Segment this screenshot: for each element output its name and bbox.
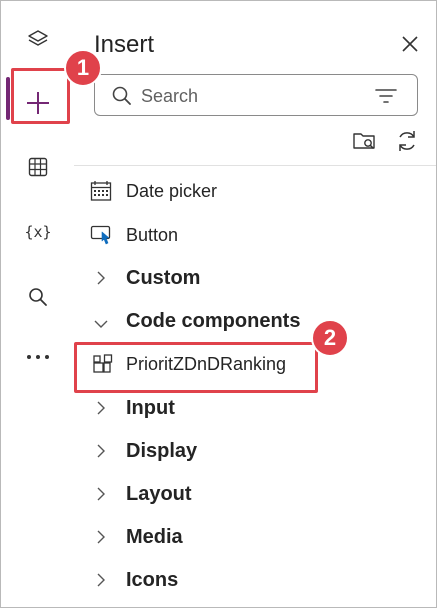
search-placeholder: Search xyxy=(141,86,199,106)
import-component-button[interactable] xyxy=(352,129,378,158)
category-display[interactable]: Display xyxy=(74,431,436,471)
refresh-button[interactable] xyxy=(396,128,418,159)
search-icon xyxy=(27,286,49,308)
category-media[interactable]: Media xyxy=(74,517,436,557)
variables-icon: {x} xyxy=(24,221,52,243)
category-label: Media xyxy=(126,525,183,548)
more-button[interactable] xyxy=(9,331,67,383)
search-icon xyxy=(111,85,133,112)
chevron-right-icon xyxy=(96,401,106,420)
chevron-right-icon xyxy=(96,487,106,506)
chevron-down-icon xyxy=(94,316,108,334)
step-badge-1: 1 xyxy=(64,49,102,87)
category-layout[interactable]: Layout xyxy=(74,474,436,514)
callout-highlight-1 xyxy=(11,68,70,124)
callout-highlight-2 xyxy=(74,342,318,393)
variables-button[interactable]: {x} xyxy=(9,206,67,258)
chevron-right-icon xyxy=(96,271,106,290)
filter-icon[interactable] xyxy=(375,88,397,109)
category-label: Icons xyxy=(126,568,179,591)
chevron-right-icon xyxy=(96,530,106,549)
category-input[interactable]: Input xyxy=(74,388,436,428)
list-item-label: Date picker xyxy=(126,180,218,201)
close-icon xyxy=(399,36,421,59)
step-badge-2: 2 xyxy=(311,319,349,357)
list-item-date-picker[interactable]: Date picker xyxy=(74,171,436,211)
folder-search-icon xyxy=(352,133,378,157)
category-code-components[interactable]: Code components xyxy=(74,301,436,341)
search-box[interactable]: Search xyxy=(94,74,418,116)
chevron-right-icon xyxy=(96,444,106,463)
panel-title: Insert xyxy=(94,31,155,58)
category-custom[interactable]: Custom xyxy=(74,258,436,298)
list-item-label: Button xyxy=(126,224,179,245)
close-button[interactable] xyxy=(399,33,421,55)
divider xyxy=(74,165,436,166)
category-label: Input xyxy=(126,396,175,419)
list-item-button[interactable]: Button xyxy=(74,215,436,255)
search-rail-button[interactable] xyxy=(9,271,67,323)
layers-icon xyxy=(27,28,49,50)
tree-view-button[interactable] xyxy=(9,13,67,65)
category-label: Code components xyxy=(126,309,301,332)
insert-panel: Insert Search Date picker Button Custom … xyxy=(74,1,436,607)
category-label: Custom xyxy=(126,266,201,289)
more-icon xyxy=(26,353,50,361)
button-cursor-icon xyxy=(90,224,112,246)
category-label: Layout xyxy=(126,482,192,505)
chevron-right-icon xyxy=(96,573,106,592)
svg-text:{x}: {x} xyxy=(24,223,51,241)
calendar-icon xyxy=(90,180,112,202)
table-icon xyxy=(27,156,49,178)
category-icons[interactable]: Icons xyxy=(74,560,436,600)
category-label: Display xyxy=(126,439,198,462)
refresh-icon xyxy=(396,131,418,158)
insert-pane-frame: {x} Insert Search Date picker Button Cus… xyxy=(0,0,437,608)
data-button[interactable] xyxy=(9,141,67,193)
